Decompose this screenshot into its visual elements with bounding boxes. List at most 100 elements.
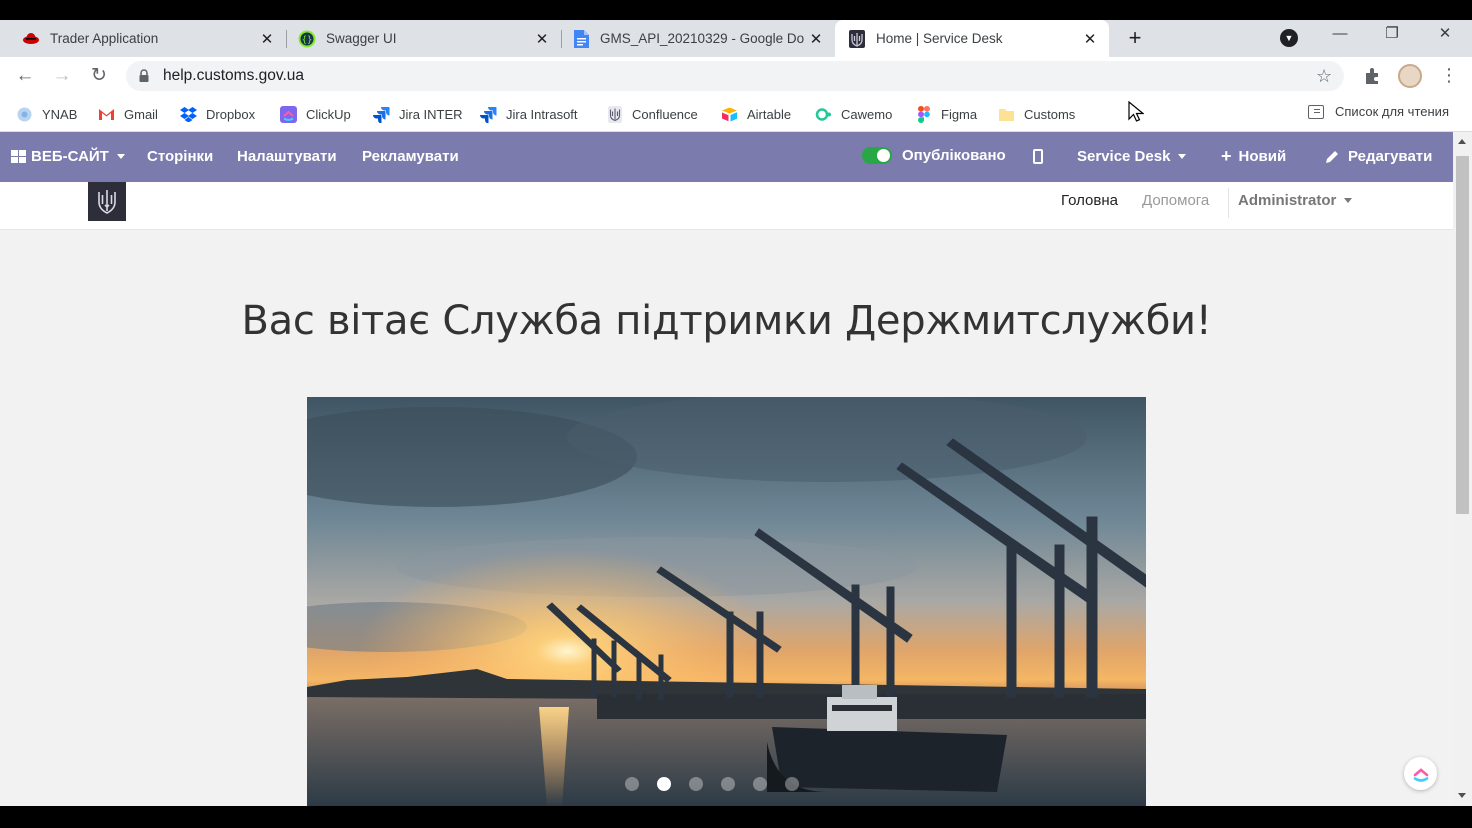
- clickup-icon: [1413, 767, 1428, 782]
- new-button[interactable]: + Новий: [1221, 146, 1287, 166]
- bookmark-ynab[interactable]: YNAB: [16, 104, 77, 124]
- site-logo[interactable]: [88, 182, 126, 221]
- publish-toggle[interactable]: Опубліковано: [862, 147, 1006, 164]
- bookmark-jira-inter[interactable]: Jira INTER: [373, 104, 463, 124]
- reload-icon[interactable]: ↻: [86, 63, 112, 89]
- nav-home[interactable]: Головна: [1061, 192, 1118, 209]
- screen: Trader Application ✕ {} Swagger UI ✕ GMS…: [0, 0, 1472, 828]
- bookmark-airtable[interactable]: Airtable: [721, 104, 791, 124]
- tab-google-docs[interactable]: GMS_API_20210329 - Google Do ✕: [550, 20, 835, 57]
- pages-menu[interactable]: Сторінки: [147, 148, 213, 165]
- bookmark-label: Dropbox: [206, 106, 256, 122]
- bookmark-clickup[interactable]: ClickUp: [280, 104, 351, 124]
- user-menu[interactable]: Administrator: [1238, 192, 1353, 209]
- menu-kebab-icon[interactable]: ⋮: [1440, 63, 1458, 87]
- website-menu-label: ВЕБ-САЙТ: [31, 148, 109, 165]
- bookmark-jira-intrasoft[interactable]: Jira Intrasoft: [480, 104, 578, 124]
- scroll-up-icon[interactable]: [1458, 139, 1466, 144]
- edit-label: Редагувати: [1348, 148, 1433, 165]
- bookmark-label: Jira Intrasoft: [506, 106, 578, 122]
- toggle-switch[interactable]: [862, 147, 892, 164]
- bookmark-figma[interactable]: Figma: [915, 104, 977, 124]
- carousel-dot-active[interactable]: [657, 777, 671, 791]
- restore-icon[interactable]: ❐: [1372, 20, 1412, 50]
- mobile-phone-icon: [1033, 149, 1043, 164]
- tab-trader-application[interactable]: Trader Application ✕: [0, 20, 286, 57]
- clickup-extension-button[interactable]: [1404, 757, 1437, 790]
- browser-toolbar: ← → ↻ help.customs.gov.ua ☆ ⋮: [0, 57, 1472, 95]
- pencil-icon: [1326, 151, 1338, 163]
- port-sunset-image: [307, 397, 1146, 806]
- reading-list-icon: [1308, 104, 1324, 119]
- carousel-dot[interactable]: [689, 777, 703, 791]
- new-label: Новий: [1238, 148, 1287, 165]
- page-scrollbar[interactable]: [1453, 132, 1472, 806]
- tab-home-service-desk[interactable]: Home | Service Desk ✕: [835, 20, 1109, 57]
- new-tab-button[interactable]: +: [1124, 20, 1146, 57]
- close-icon[interactable]: ✕: [533, 30, 551, 48]
- carousel-dot[interactable]: [753, 777, 767, 791]
- carousel-dot[interactable]: [721, 777, 735, 791]
- website-menu[interactable]: ВЕБ-САЙТ: [11, 148, 125, 165]
- scroll-down-icon[interactable]: [1458, 793, 1466, 798]
- back-icon[interactable]: ←: [12, 63, 38, 89]
- chevron-down-icon: [1344, 198, 1353, 203]
- bookmark-label: YNAB: [42, 106, 78, 122]
- minimize-icon[interactable]: —: [1320, 20, 1360, 50]
- plus-icon: +: [1221, 146, 1232, 166]
- carousel-dot[interactable]: [625, 777, 639, 791]
- tab-title: Swagger UI: [326, 31, 397, 46]
- google-docs-icon: [572, 29, 590, 48]
- bookmark-star-icon[interactable]: ☆: [1316, 66, 1332, 86]
- ynab-icon: [16, 106, 33, 123]
- close-icon[interactable]: ✕: [807, 30, 825, 48]
- tab-search-icon[interactable]: ▼: [1280, 29, 1298, 47]
- bookmark-label: Jira INTER: [399, 106, 463, 122]
- carousel-indicators: [625, 777, 817, 791]
- mobile-preview-button[interactable]: [1033, 149, 1043, 164]
- swagger-icon: {}: [298, 30, 316, 48]
- close-icon[interactable]: ✕: [1081, 30, 1099, 48]
- bookmark-label: Cawemo: [841, 106, 893, 122]
- bookmark-cawemo[interactable]: Cawemo: [815, 104, 892, 124]
- reading-list-button[interactable]: Список для чтения: [1308, 104, 1449, 119]
- trident-icon: [98, 189, 116, 214]
- bookmark-gmail[interactable]: Gmail: [98, 104, 158, 124]
- chevron-down-icon: [116, 154, 125, 159]
- url-text: help.customs.gov.ua: [163, 67, 305, 84]
- airtable-icon: [721, 106, 738, 123]
- publish-label: Опубліковано: [902, 147, 1006, 164]
- forward-icon[interactable]: →: [49, 63, 75, 89]
- dropbox-icon: [180, 106, 197, 123]
- figma-icon: [915, 105, 932, 123]
- customize-menu[interactable]: Налаштувати: [237, 148, 337, 165]
- bookmark-confluence[interactable]: Confluence: [606, 104, 698, 124]
- scrollbar-thumb[interactable]: [1456, 156, 1469, 514]
- site-header: Головна Допомога Administrator: [0, 182, 1453, 230]
- service-desk-menu[interactable]: Service Desk: [1077, 148, 1187, 165]
- grid-icon: [11, 150, 26, 163]
- tab-title: Home | Service Desk: [876, 31, 1003, 46]
- jira-icon: [373, 106, 390, 123]
- close-window-icon[interactable]: ✕: [1425, 20, 1465, 50]
- profile-avatar[interactable]: [1398, 64, 1422, 88]
- nav-help[interactable]: Допомога: [1142, 192, 1209, 209]
- extensions-icon[interactable]: [1362, 65, 1384, 87]
- address-bar[interactable]: help.customs.gov.ua: [126, 61, 1344, 91]
- promote-menu[interactable]: Рекламувати: [362, 148, 459, 165]
- tab-title: GMS_API_20210329 - Google Do: [600, 31, 805, 46]
- service-desk-label: Service Desk: [1077, 148, 1171, 165]
- mouse-cursor-icon: [1128, 101, 1144, 122]
- page-viewport: ВЕБ-САЙТ Сторінки Налаштувати Рекламуват…: [0, 132, 1453, 806]
- tab-strip: Trader Application ✕ {} Swagger UI ✕ GMS…: [0, 20, 1472, 57]
- lock-icon[interactable]: [139, 69, 149, 82]
- carousel-dot[interactable]: [785, 777, 799, 791]
- close-icon[interactable]: ✕: [258, 30, 276, 48]
- bookmark-dropbox[interactable]: Dropbox: [180, 104, 255, 124]
- bookmark-customs-folder[interactable]: Customs: [998, 104, 1075, 124]
- hero-carousel[interactable]: [307, 397, 1146, 806]
- svg-text:{}: {}: [302, 35, 313, 45]
- edit-button[interactable]: Редагувати: [1325, 148, 1432, 165]
- tab-swagger-ui[interactable]: {} Swagger UI ✕: [276, 20, 561, 57]
- redhat-icon: [22, 30, 40, 48]
